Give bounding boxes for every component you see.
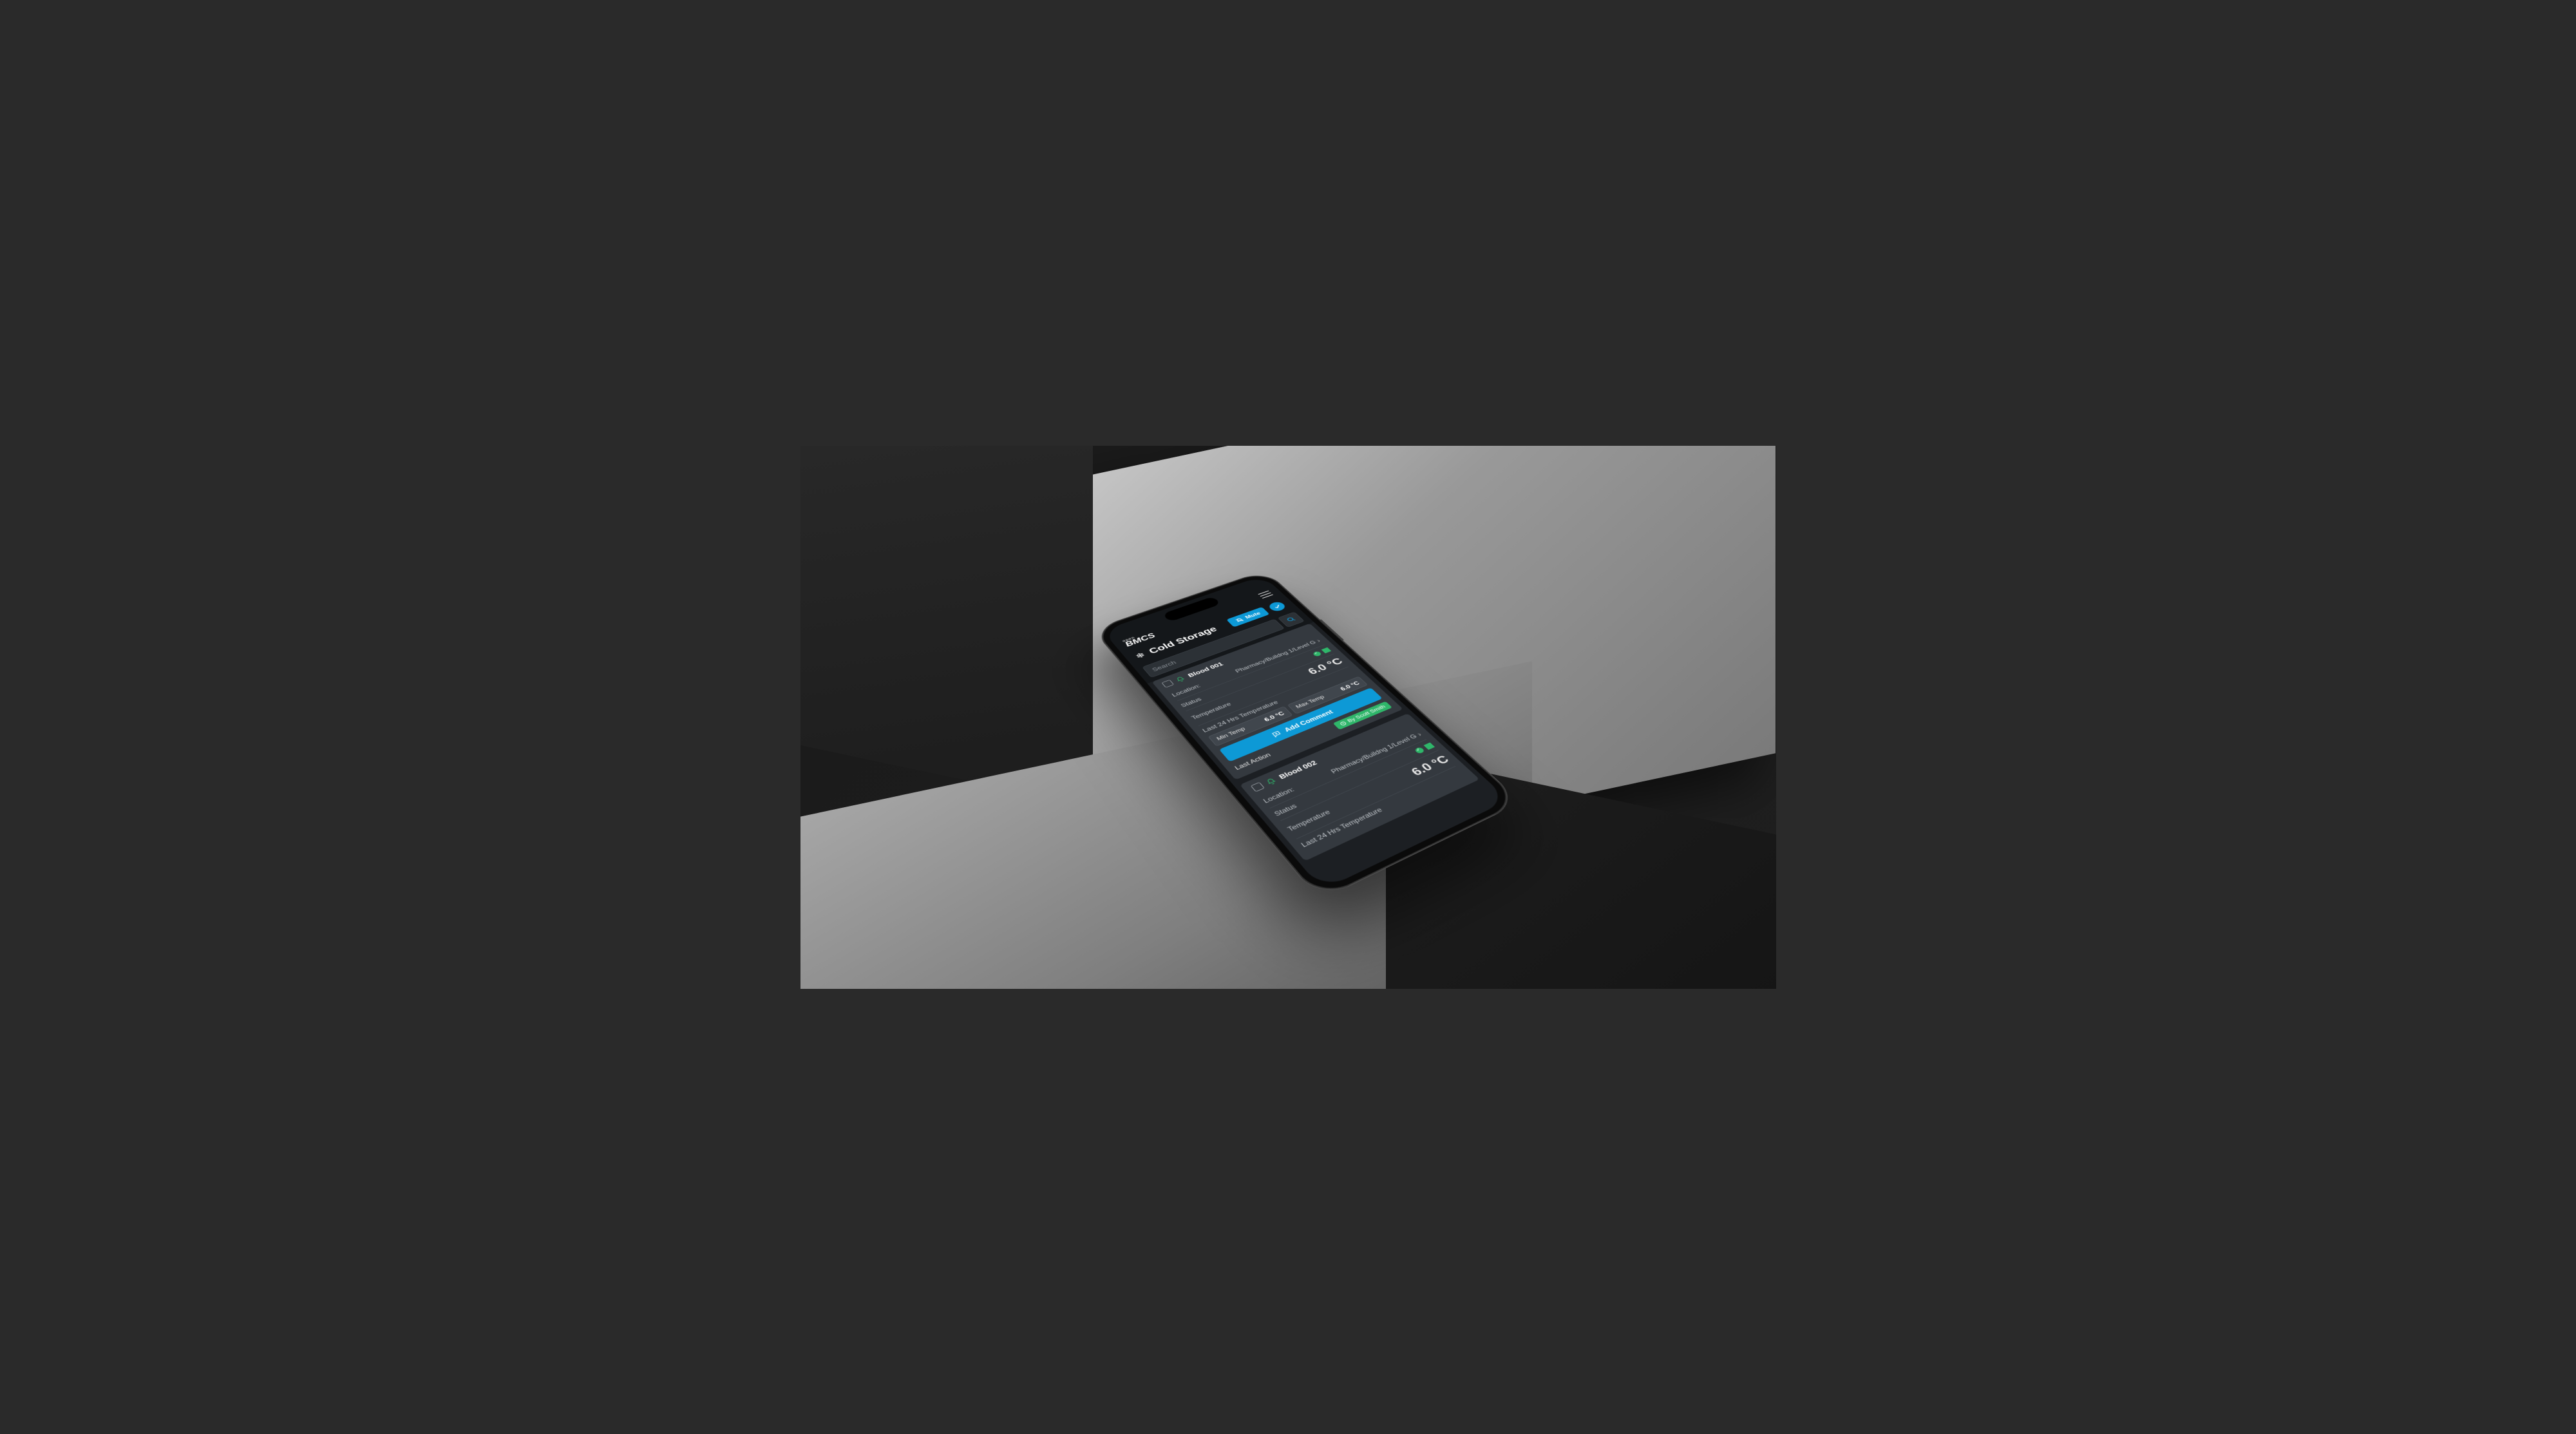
bell-icon: [1175, 675, 1186, 683]
max-value: 6.0 °C: [1339, 680, 1361, 692]
scene-background: open BMCS ❄ Cold Storage: [800, 446, 1776, 989]
min-value: 6.0 °C: [1263, 711, 1286, 723]
card-checkbox[interactable]: [1162, 680, 1175, 688]
status-ok-icon: [1312, 651, 1323, 656]
bell-icon: [1264, 777, 1278, 786]
mute-label: Mute: [1244, 611, 1262, 620]
snowflake-icon: ❄: [1133, 651, 1148, 660]
comment-icon: [1271, 730, 1283, 738]
clock-icon: [1339, 721, 1348, 727]
status-square-icon: [1321, 647, 1332, 653]
mute-icon: [1235, 617, 1245, 624]
status-ok-icon: [1414, 747, 1426, 754]
search-icon: [1285, 616, 1298, 623]
status-square-icon: [1424, 743, 1435, 750]
menu-button[interactable]: [1258, 590, 1273, 598]
card-checkbox[interactable]: [1251, 782, 1265, 792]
confirm-button[interactable]: [1267, 600, 1287, 612]
